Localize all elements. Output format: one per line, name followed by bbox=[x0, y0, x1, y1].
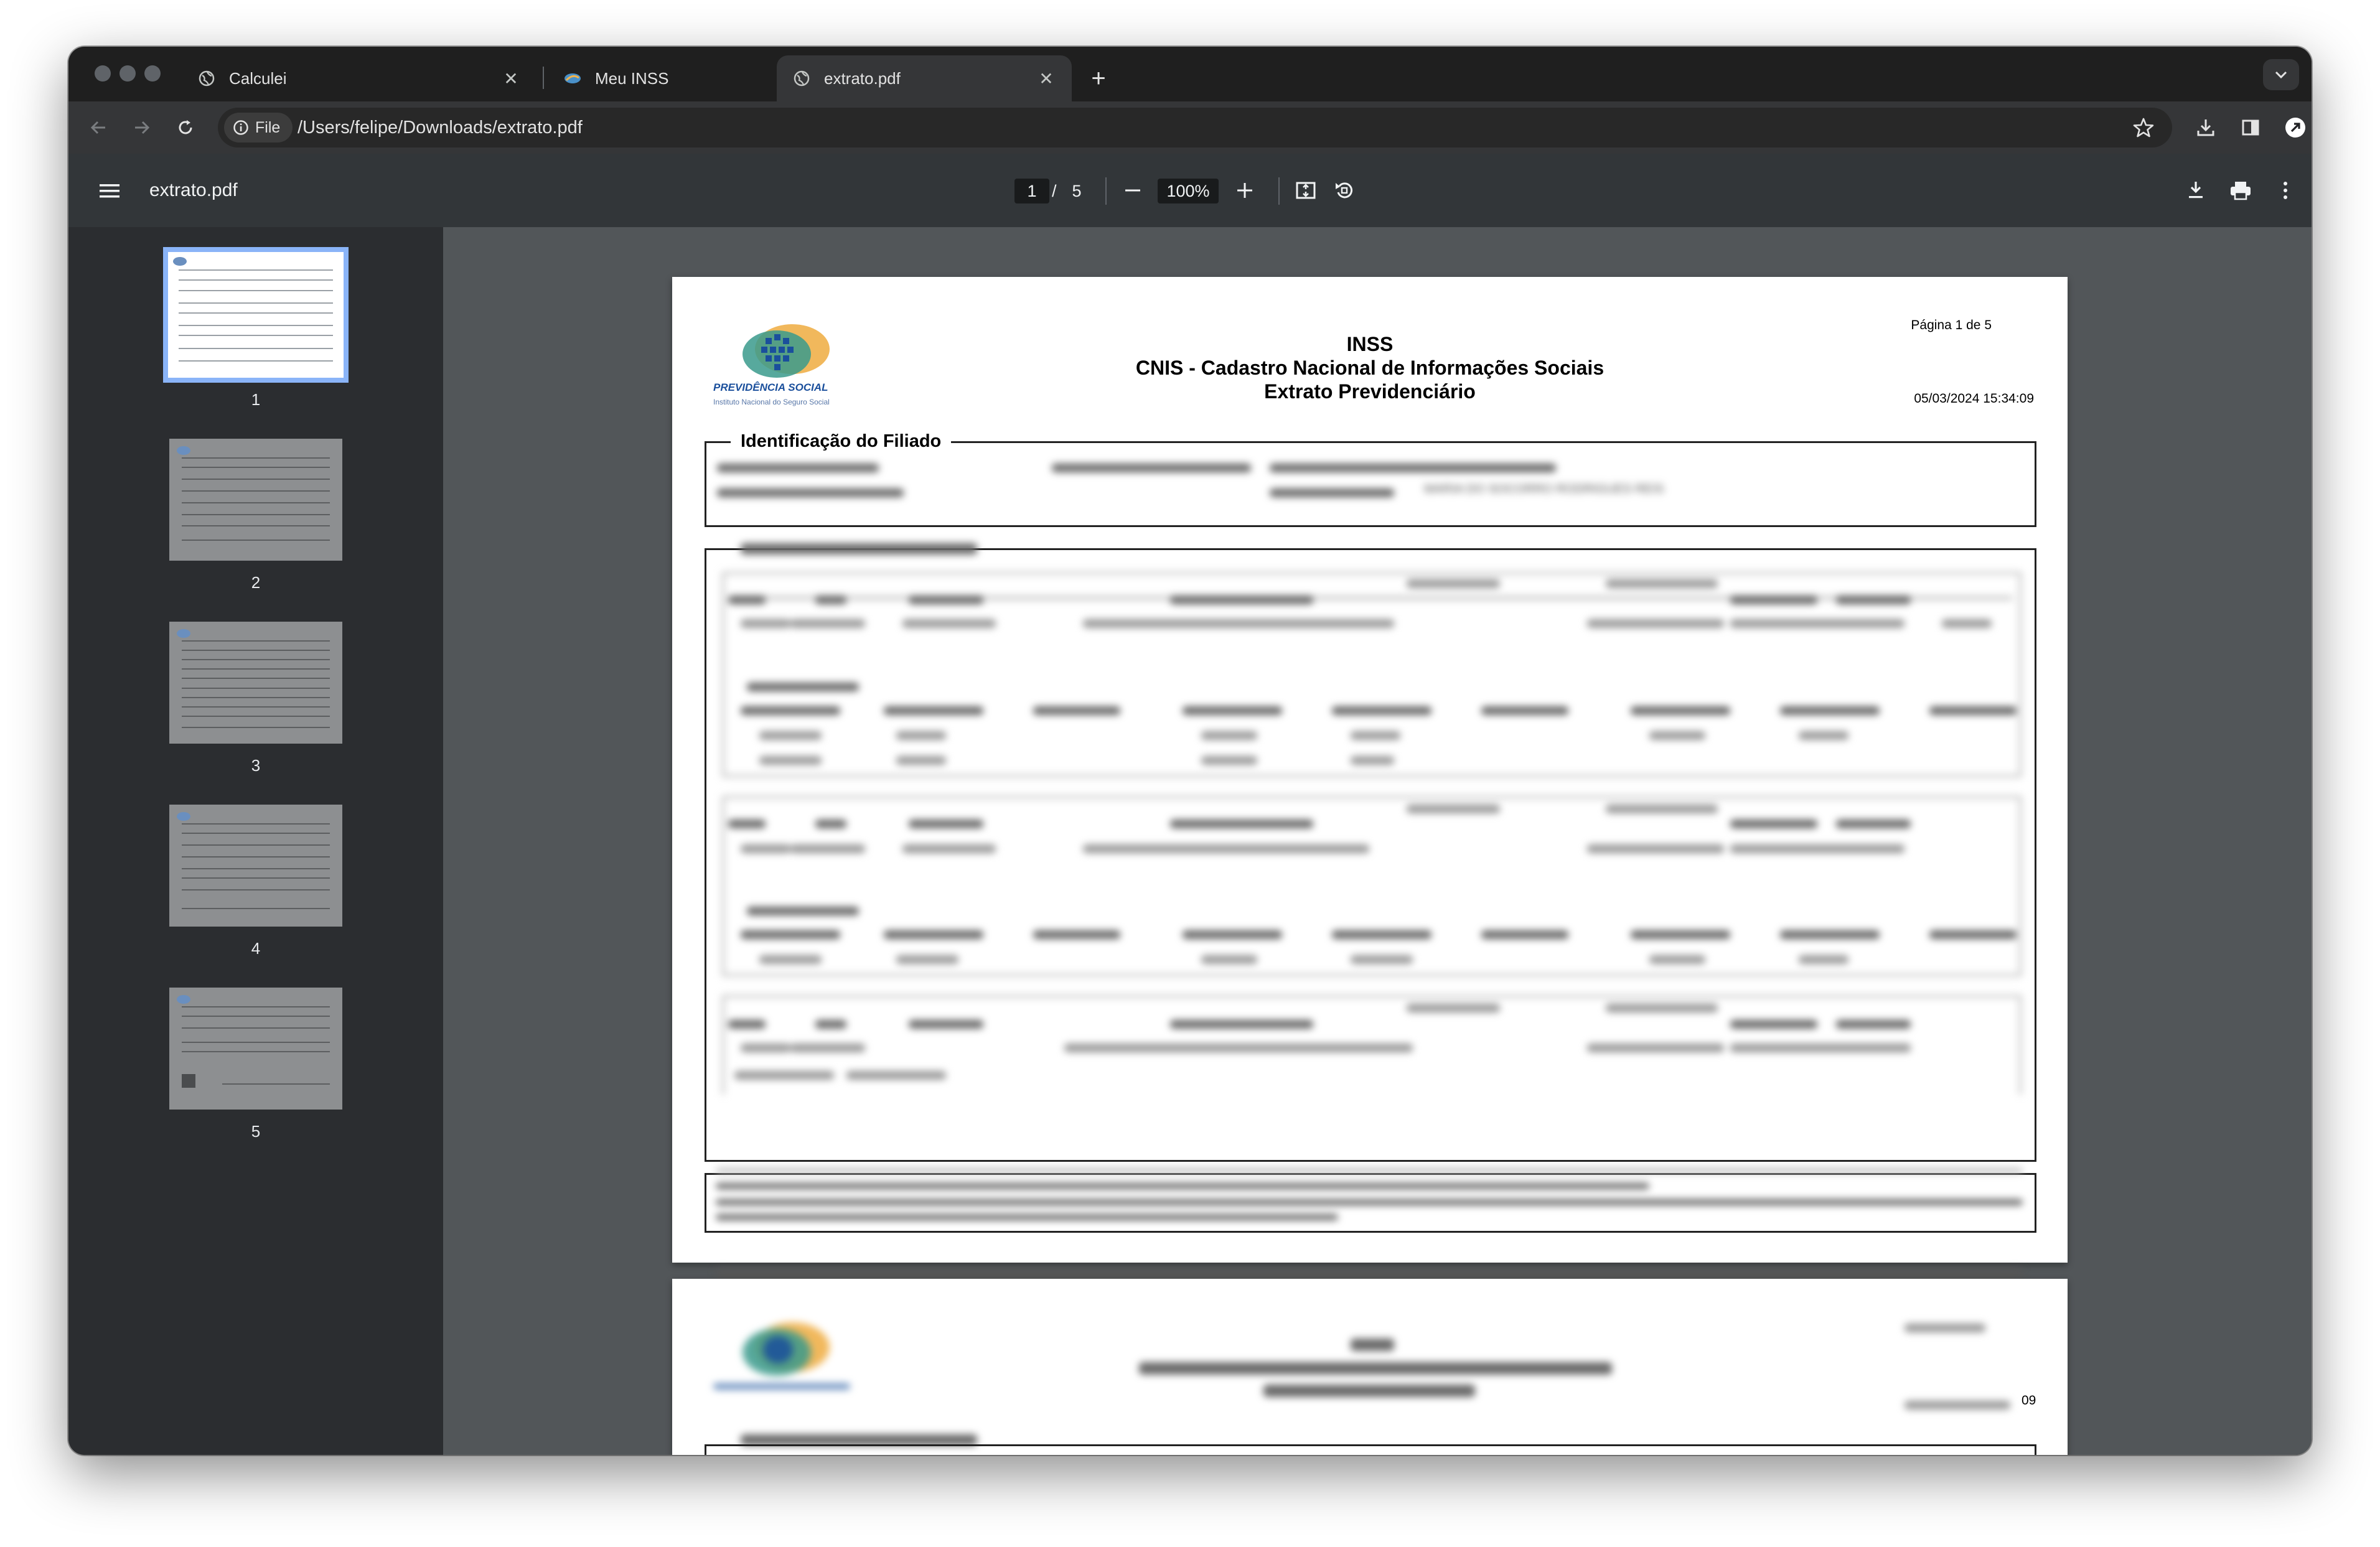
close-icon[interactable]: ✕ bbox=[502, 69, 520, 88]
download-icon bbox=[2189, 182, 2203, 199]
site-info-chip[interactable]: File bbox=[224, 113, 293, 143]
thumbnail-label: 1 bbox=[251, 390, 261, 409]
thumbnail-label: 3 bbox=[251, 756, 261, 775]
chip-label: File bbox=[255, 118, 281, 136]
rotate-icon bbox=[1336, 182, 1353, 199]
print-button[interactable] bbox=[2223, 173, 2258, 208]
thumbnail-logo bbox=[177, 629, 190, 638]
download-icon bbox=[2197, 119, 2214, 136]
page-2-filiado-section bbox=[705, 1444, 2036, 1455]
sidebar-toggle-button[interactable] bbox=[92, 174, 127, 208]
pdf-download-button[interactable] bbox=[2178, 173, 2213, 208]
page-separator: / bbox=[1052, 182, 1057, 200]
thumbnail-label: 5 bbox=[251, 1122, 261, 1141]
window-zoom-dot[interactable] bbox=[144, 65, 161, 82]
tab-calculei[interactable]: Calculei ✕ bbox=[182, 55, 536, 101]
globe-icon bbox=[793, 70, 810, 87]
url-text: /Users/felipe/Downloads/extrato.pdf bbox=[298, 118, 583, 138]
info-icon bbox=[233, 119, 249, 136]
rotate-button[interactable] bbox=[1327, 173, 1362, 208]
thumbnail-logo bbox=[173, 257, 187, 266]
page-thumbnail-2[interactable] bbox=[169, 439, 342, 561]
section-title: Identificação do Filiado bbox=[731, 431, 952, 452]
pdf-page-1: PREVIDÊNCIA SOCIAL Instituto Nacional do… bbox=[672, 277, 2068, 1279]
qr-code-icon bbox=[182, 1074, 196, 1088]
thumbnail-label: 4 bbox=[251, 939, 261, 958]
toolbar-divider bbox=[1278, 177, 1280, 205]
tab-divider bbox=[543, 67, 544, 89]
arrow-right-icon bbox=[135, 121, 150, 134]
bookmark-star-icon[interactable] bbox=[2132, 116, 2155, 139]
pdf-page-2: 09 bbox=[672, 1279, 2068, 1455]
document-title: CNIS - Cadastro Nacional de Informações … bbox=[1135, 357, 1605, 379]
side-panel-button[interactable] bbox=[2233, 110, 2268, 145]
address-bar[interactable]: File /Users/felipe/Downloads/extrato.pdf bbox=[218, 108, 2172, 147]
pdf-toolbar: extrato.pdf 1 / 5 100% bbox=[68, 154, 2312, 227]
thumbnail-logo bbox=[177, 446, 190, 455]
tab-search-button[interactable] bbox=[2263, 59, 2299, 90]
more-vert-icon bbox=[2284, 182, 2287, 199]
toolbar-divider bbox=[1105, 177, 1107, 205]
browser-window: Calculei ✕ Meu INSS ✕ extrato.pdf ✕ + bbox=[68, 47, 2312, 1455]
thumbnail-sidebar: 1 2 3 4 5 bbox=[68, 227, 443, 1455]
fit-to-page-button[interactable] bbox=[1288, 173, 1323, 208]
avatar bbox=[2285, 118, 2305, 138]
blurred-mother-name: MARIA DO SOCORRO RODRIGUES REIS bbox=[1424, 482, 1664, 496]
hamburger-menu-icon bbox=[100, 184, 119, 198]
page-thumbnail-3[interactable] bbox=[169, 622, 342, 744]
profile-button[interactable] bbox=[2278, 110, 2312, 145]
pdf-file-title: extrato.pdf bbox=[149, 180, 238, 200]
tab-strip: Calculei ✕ Meu INSS ✕ extrato.pdf ✕ + bbox=[68, 47, 2312, 101]
window-close-dot[interactable] bbox=[95, 65, 111, 82]
pdf-more-button[interactable] bbox=[2268, 173, 2303, 208]
forward-button[interactable] bbox=[124, 110, 159, 145]
zoom-out-button[interactable] bbox=[1115, 173, 1150, 208]
chevron-down-icon bbox=[2275, 71, 2287, 79]
window-minimize-dot[interactable] bbox=[119, 65, 136, 82]
zoom-in-button[interactable] bbox=[1227, 173, 1262, 208]
zoom-level-input[interactable]: 100% bbox=[1158, 179, 1219, 203]
minus-icon bbox=[1125, 189, 1140, 192]
close-icon[interactable]: ✕ bbox=[1037, 69, 1056, 88]
plus-icon bbox=[1237, 183, 1252, 198]
meu-inss-icon bbox=[564, 70, 581, 87]
tab-label: Calculei bbox=[229, 68, 287, 88]
page-2-datetime-fragment: 09 bbox=[2022, 1393, 2036, 1408]
browser-toolbar: File /Users/felipe/Downloads/extrato.pdf bbox=[68, 101, 2312, 154]
page-thumbnail-5[interactable] bbox=[169, 988, 342, 1110]
back-button[interactable] bbox=[81, 110, 116, 145]
page-label: Página 1 de 5 bbox=[1911, 318, 1992, 332]
tab-extrato-pdf[interactable]: extrato.pdf ✕ bbox=[777, 55, 1072, 101]
arrow-left-icon bbox=[90, 121, 105, 134]
tab-label: Meu INSS bbox=[595, 68, 669, 88]
thumbnail-logo bbox=[177, 995, 190, 1004]
document-subtitle: Extrato Previdenciário bbox=[1264, 380, 1476, 403]
document-org: INSS bbox=[1346, 333, 1394, 355]
globe-icon bbox=[198, 70, 215, 87]
page-thumbnail-4[interactable] bbox=[169, 805, 342, 927]
fit-page-icon bbox=[1296, 182, 1316, 199]
page-total: 5 bbox=[1072, 182, 1082, 200]
printer-icon bbox=[2231, 182, 2251, 200]
thumbnail-logo bbox=[177, 812, 190, 821]
downloads-button[interactable] bbox=[2188, 110, 2223, 145]
page-thumbnail-1[interactable] bbox=[163, 247, 349, 383]
reload-icon bbox=[179, 120, 192, 134]
pdf-viewport[interactable]: PREVIDÊNCIA SOCIAL Instituto Nacional do… bbox=[443, 227, 2312, 1455]
reload-button[interactable] bbox=[168, 110, 203, 145]
page-number-input[interactable]: 1 bbox=[1014, 179, 1049, 203]
side-panel-icon bbox=[2242, 119, 2259, 136]
tab-label: extrato.pdf bbox=[824, 68, 901, 88]
filiado-section bbox=[705, 441, 2036, 527]
new-tab-button[interactable]: + bbox=[1080, 60, 1117, 96]
document-datetime: 05/03/2024 15:34:09 bbox=[1914, 391, 2034, 406]
thumbnail-label: 2 bbox=[251, 573, 261, 592]
